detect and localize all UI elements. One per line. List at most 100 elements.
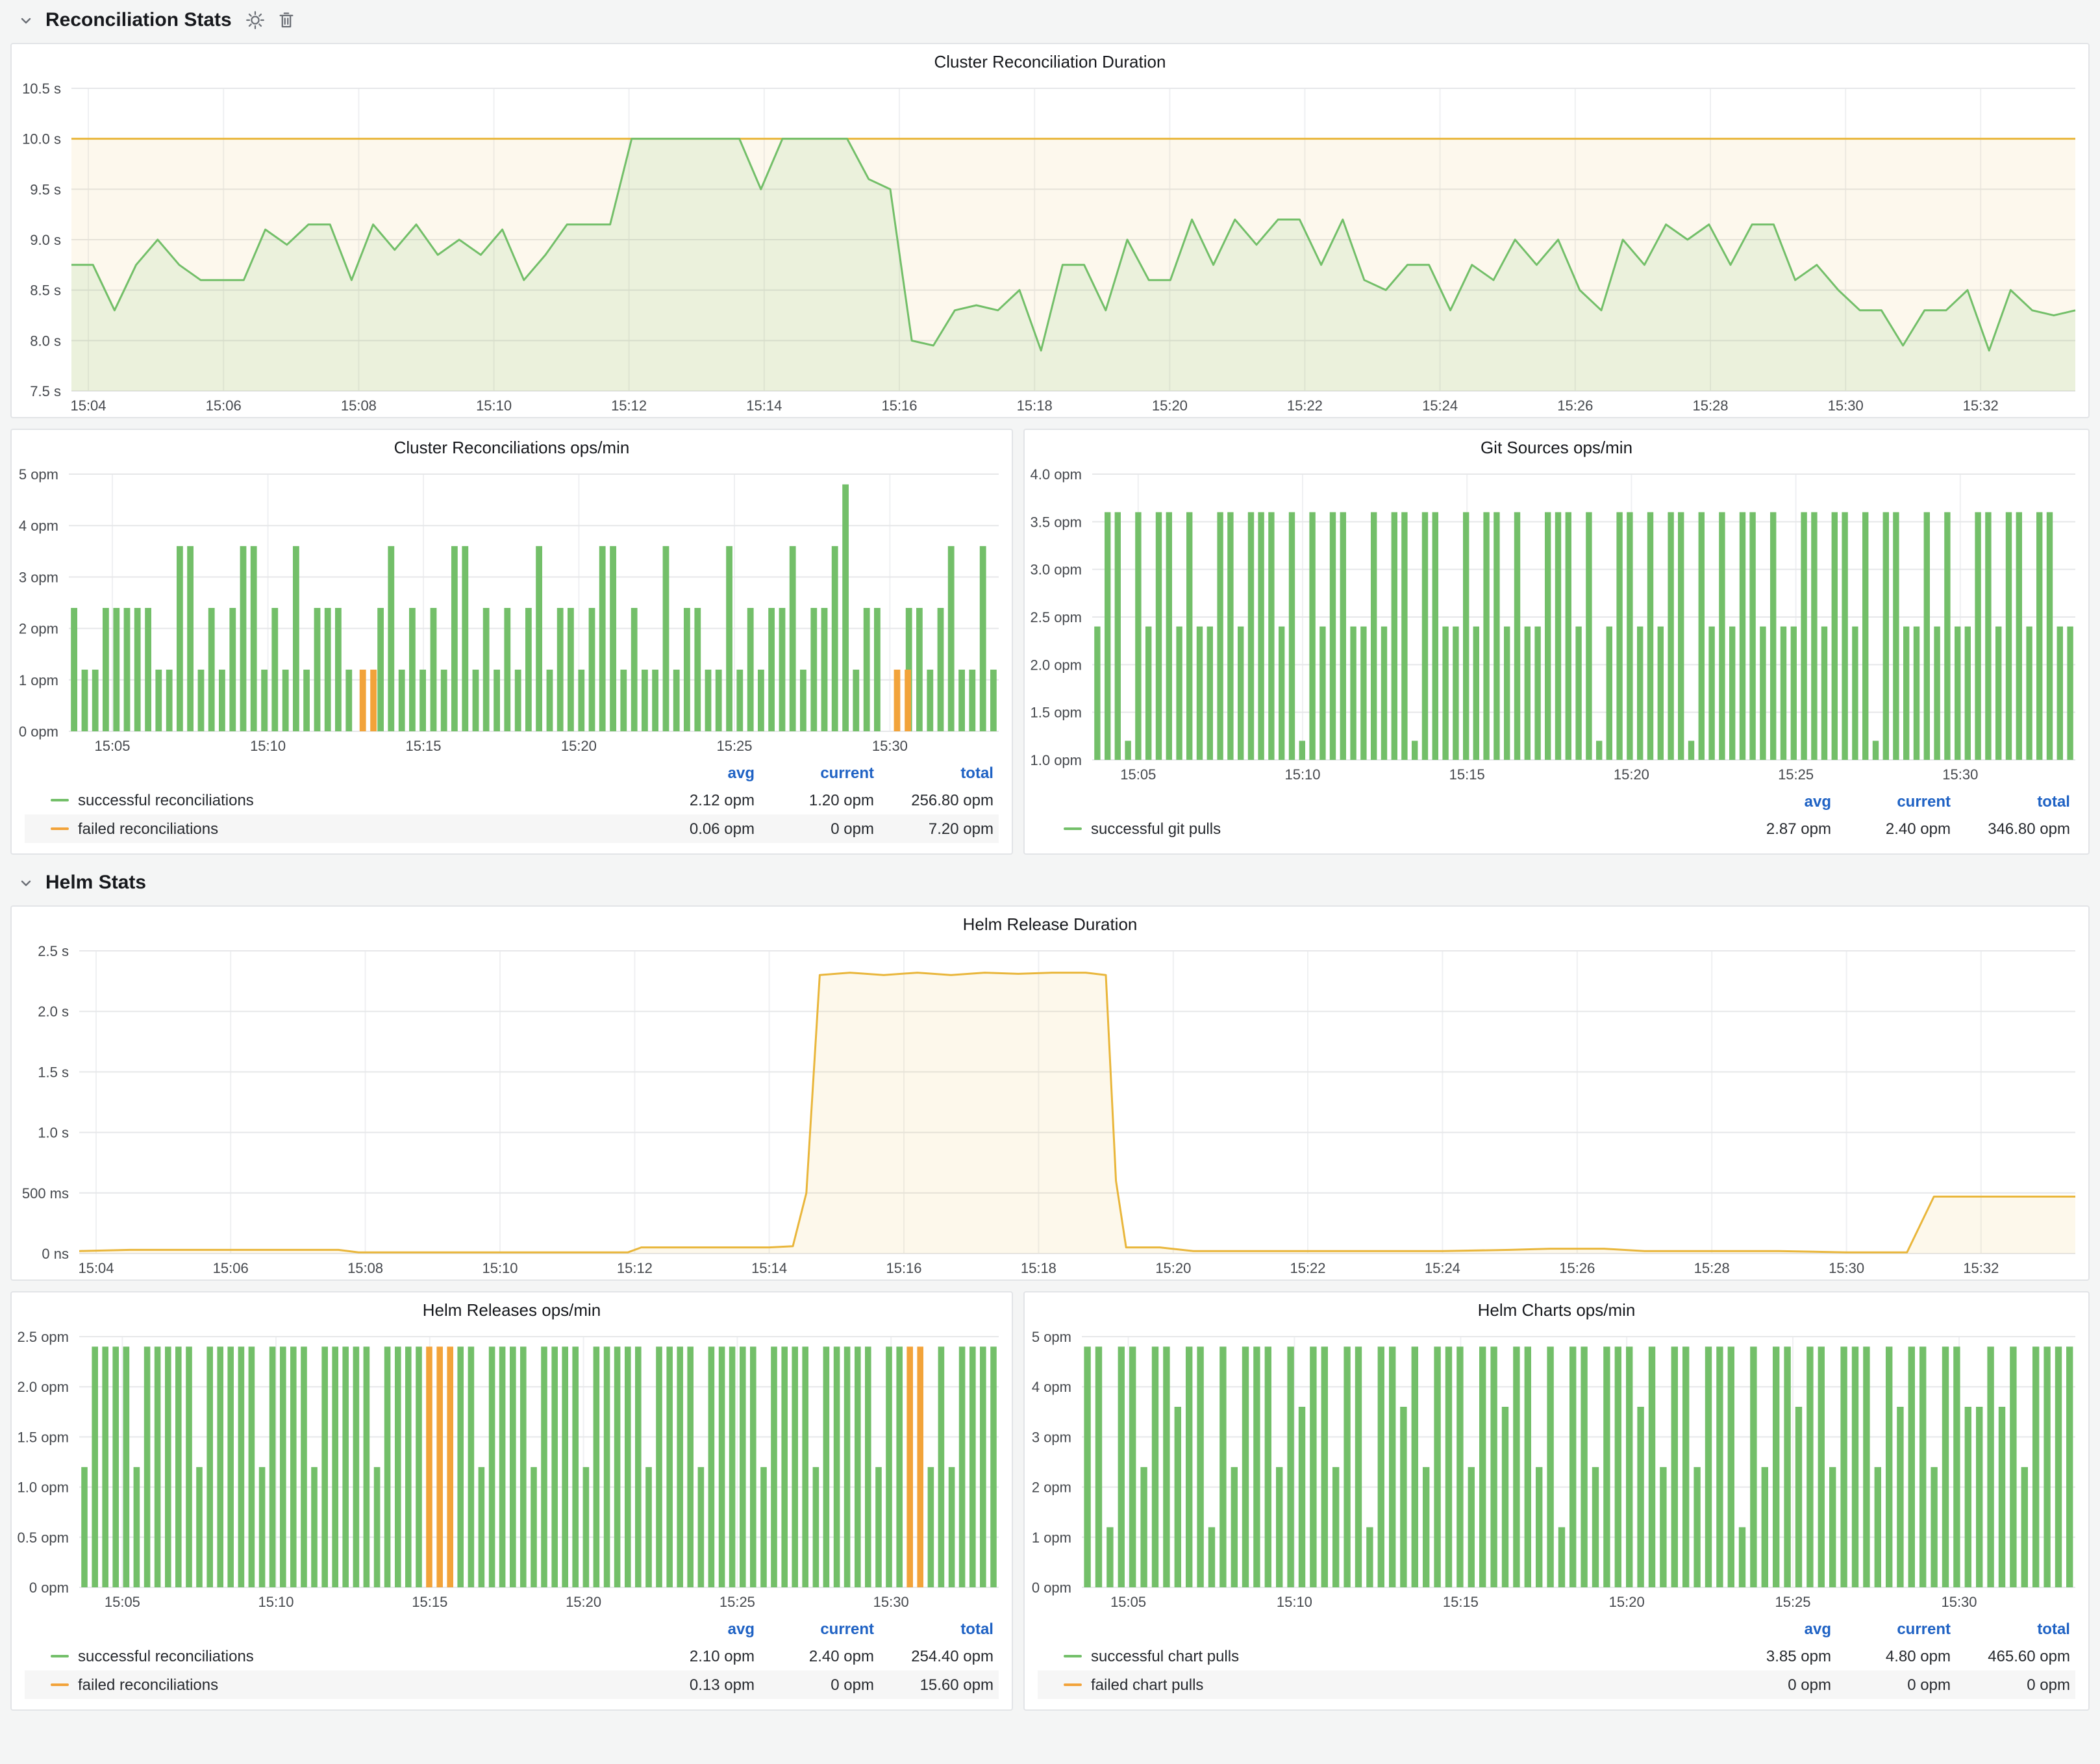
legend-stat: 2.87 opm xyxy=(1712,820,1831,838)
legend: avgcurrenttotalsuccessful reconciliation… xyxy=(12,1613,1012,1709)
svg-text:2 opm: 2 opm xyxy=(19,621,58,637)
panel-title[interactable]: Helm Release Duration xyxy=(12,907,2088,940)
series-toggle[interactable]: successful reconciliations xyxy=(51,791,635,809)
chart-helm-charts-opm[interactable]: 5 opm4 opm3 opm2 opm1 opm0 opm15:0515:10… xyxy=(1025,1326,2088,1613)
section-title[interactable]: Helm Stats xyxy=(45,872,146,894)
panel-title[interactable]: Helm Releases ops/min xyxy=(12,1292,1012,1326)
panel-title[interactable]: Helm Charts ops/min xyxy=(1025,1292,2088,1326)
legend-stat: 0 opm xyxy=(755,820,874,838)
section-header-helm-stats[interactable]: Helm Stats xyxy=(10,863,2090,903)
gear-icon[interactable] xyxy=(246,10,266,30)
svg-text:8.0 s: 8.0 s xyxy=(30,333,61,349)
legend-col-current[interactable]: current xyxy=(1831,792,1951,811)
legend-col-total[interactable]: total xyxy=(1951,792,2070,811)
svg-text:2.5 opm: 2.5 opm xyxy=(1031,609,1082,625)
legend-col-avg[interactable]: avg xyxy=(635,764,755,782)
legend-col-current[interactable]: current xyxy=(755,764,874,782)
svg-text:15:10: 15:10 xyxy=(250,738,286,754)
legend-stat: 0 opm xyxy=(1831,1676,1951,1694)
svg-text:4 opm: 4 opm xyxy=(19,518,58,534)
trash-icon[interactable] xyxy=(277,10,297,30)
chart-cluster-reconciliation-duration[interactable]: 10.5 s10.0 s9.5 s9.0 s8.5 s8.0 s7.5 s15:… xyxy=(12,78,2088,417)
panel-title[interactable]: Cluster Reconciliation Duration xyxy=(12,44,2088,78)
legend-row: successful reconciliations2.12 opm1.20 o… xyxy=(25,786,999,814)
svg-text:15:05: 15:05 xyxy=(105,1594,140,1610)
svg-text:1.0 opm: 1.0 opm xyxy=(18,1480,69,1496)
legend-col-current[interactable]: current xyxy=(755,1620,874,1638)
series-swatch xyxy=(51,1683,69,1686)
svg-text:15:10: 15:10 xyxy=(258,1594,294,1610)
chart-helm-releases-opm[interactable]: 2.5 opm2.0 opm1.5 opm1.0 opm0.5 opm0 opm… xyxy=(12,1326,1012,1613)
legend-stat: 15.60 opm xyxy=(874,1676,994,1694)
section-title[interactable]: Reconciliation Stats xyxy=(45,9,232,31)
legend-stat: 0 opm xyxy=(1951,1676,2070,1694)
svg-text:15:30: 15:30 xyxy=(1941,1594,1977,1610)
series-toggle[interactable]: successful reconciliations xyxy=(51,1647,635,1665)
chart-svg: 5 opm4 opm3 opm2 opm1 opm0 opm15:0515:10… xyxy=(12,464,1012,757)
series-toggle[interactable]: successful chart pulls xyxy=(1064,1647,1712,1665)
svg-text:15:22: 15:22 xyxy=(1290,1260,1325,1276)
svg-text:1 opm: 1 opm xyxy=(19,672,58,688)
svg-text:15:24: 15:24 xyxy=(1422,397,1458,414)
legend-col-total[interactable]: total xyxy=(1951,1620,2070,1638)
svg-text:15:20: 15:20 xyxy=(566,1594,601,1610)
svg-text:15:26: 15:26 xyxy=(1557,397,1593,414)
legend-col-avg[interactable]: avg xyxy=(635,1620,755,1638)
svg-text:15:28: 15:28 xyxy=(1692,397,1728,414)
series-toggle[interactable]: failed reconciliations xyxy=(51,820,635,838)
svg-text:3 opm: 3 opm xyxy=(1032,1429,1071,1445)
panel-title[interactable]: Git Sources ops/min xyxy=(1025,430,2088,464)
legend-col-current[interactable]: current xyxy=(1831,1620,1951,1638)
svg-text:15:24: 15:24 xyxy=(1425,1260,1460,1276)
legend-row: successful chart pulls3.85 opm4.80 opm46… xyxy=(1038,1642,2075,1670)
legend-stat: 2.10 opm xyxy=(635,1647,755,1665)
svg-text:15:16: 15:16 xyxy=(881,397,917,414)
legend-stat: 0.06 opm xyxy=(635,820,755,838)
panel-title[interactable]: Cluster Reconciliations ops/min xyxy=(12,430,1012,464)
svg-text:15:15: 15:15 xyxy=(412,1594,447,1610)
series-toggle[interactable]: successful git pulls xyxy=(1064,820,1712,838)
svg-text:15:20: 15:20 xyxy=(1152,397,1188,414)
chart-cluster-reconciliations-opm[interactable]: 5 opm4 opm3 opm2 opm1 opm0 opm15:0515:10… xyxy=(12,464,1012,757)
legend-stat: 3.85 opm xyxy=(1712,1647,1831,1665)
legend-col-avg[interactable]: avg xyxy=(1712,792,1831,811)
chevron-down-icon xyxy=(18,12,34,28)
legend-stat: 2.12 opm xyxy=(635,791,755,809)
chart-svg: 4.0 opm3.5 opm3.0 opm2.5 opm2.0 opm1.5 o… xyxy=(1025,464,2088,786)
series-toggle[interactable]: failed chart pulls xyxy=(1064,1676,1712,1694)
svg-text:15:10: 15:10 xyxy=(482,1260,518,1276)
svg-text:3.5 opm: 3.5 opm xyxy=(1031,514,1082,530)
svg-text:15:30: 15:30 xyxy=(1942,766,1978,783)
svg-text:500 ms: 500 ms xyxy=(22,1185,69,1202)
legend-col-avg[interactable]: avg xyxy=(1712,1620,1831,1638)
chart-git-sources-opm[interactable]: 4.0 opm3.5 opm3.0 opm2.5 opm2.0 opm1.5 o… xyxy=(1025,464,2088,786)
panel-cluster-reconciliations-opm: Cluster Reconciliations ops/min 5 opm 4 o… xyxy=(10,429,1013,855)
chart-svg: 5 opm4 opm3 opm2 opm1 opm0 opm15:0515:10… xyxy=(1025,1326,2088,1613)
legend-header: avgcurrenttotal xyxy=(25,1616,999,1642)
series-swatch xyxy=(1064,1683,1082,1686)
svg-text:2.0 s: 2.0 s xyxy=(38,1003,69,1020)
svg-text:5 opm: 5 opm xyxy=(19,466,58,483)
svg-text:15:15: 15:15 xyxy=(1449,766,1485,783)
svg-text:0 ns: 0 ns xyxy=(42,1246,69,1262)
svg-text:1.0 opm: 1.0 opm xyxy=(1031,752,1082,768)
series-toggle[interactable]: failed reconciliations xyxy=(51,1676,635,1694)
legend-stat: 346.80 opm xyxy=(1951,820,2070,838)
svg-text:15:30: 15:30 xyxy=(872,738,908,754)
svg-text:0 opm: 0 opm xyxy=(19,724,58,740)
legend-row: successful reconciliations2.10 opm2.40 o… xyxy=(25,1642,999,1670)
svg-text:15:25: 15:25 xyxy=(1775,1594,1810,1610)
series-swatch xyxy=(51,1655,69,1657)
panel-helm-release-duration: Helm Release Duration 2.5 s2.0 s1.5 s1.0… xyxy=(10,905,2090,1281)
legend-col-total[interactable]: total xyxy=(874,1620,994,1638)
legend-stat: 256.80 opm xyxy=(874,791,994,809)
section-header-reconciliation-stats[interactable]: Reconciliation Stats xyxy=(10,0,2090,40)
legend-header: avgcurrenttotal xyxy=(25,760,999,786)
svg-text:15:14: 15:14 xyxy=(746,397,782,414)
svg-text:9.5 s: 9.5 s xyxy=(30,181,61,197)
svg-text:15:05: 15:05 xyxy=(94,738,130,754)
svg-text:15:12: 15:12 xyxy=(611,397,647,414)
chart-helm-release-duration[interactable]: 2.5 s2.0 s1.5 s1.0 s500 ms0 ns15:0415:06… xyxy=(12,940,2088,1279)
legend-row: successful git pulls2.87 opm2.40 opm346.… xyxy=(1038,814,2075,843)
legend-col-total[interactable]: total xyxy=(874,764,994,782)
